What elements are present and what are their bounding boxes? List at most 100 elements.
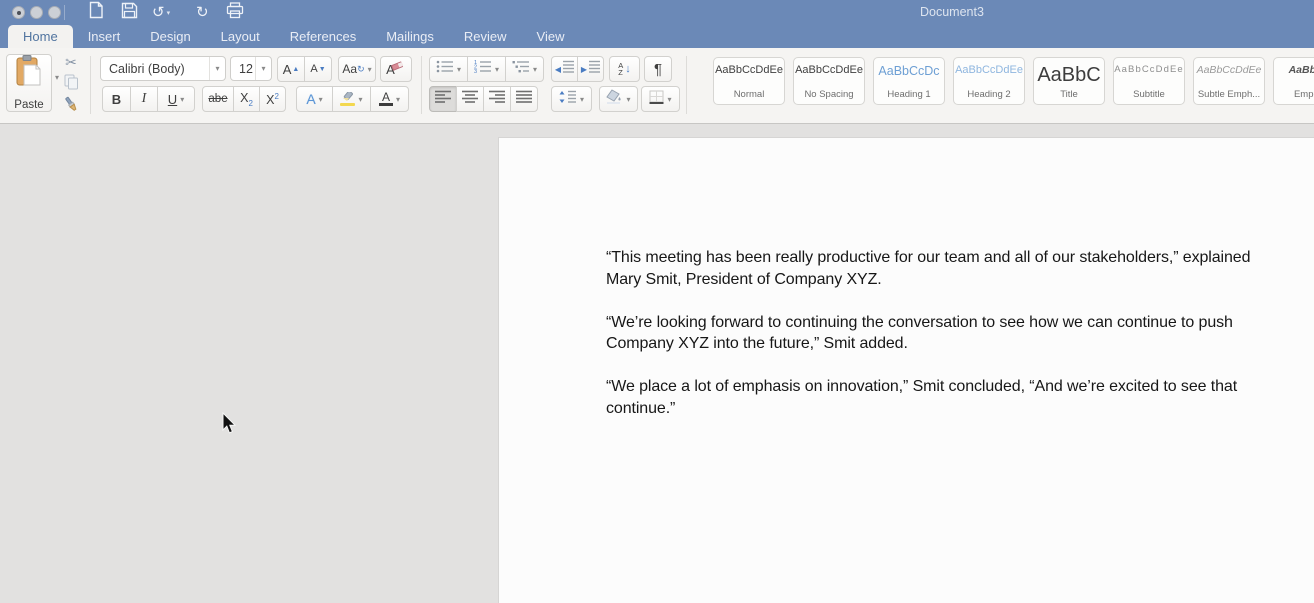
line-spacing-button[interactable]: ▾ xyxy=(551,86,592,112)
subscript-button[interactable]: X2 xyxy=(233,86,260,112)
align-right-button[interactable] xyxy=(483,86,511,112)
text-line[interactable]: Mary Smit, President of Company XYZ. xyxy=(606,269,1306,291)
style-title[interactable]: AaBbC Title xyxy=(1033,57,1105,105)
style-sample: AaBbCcDdEe xyxy=(795,64,863,76)
highlight-button[interactable]: ▾ xyxy=(332,86,371,112)
style-sample: AaBbCcDdEe xyxy=(715,64,783,76)
increase-indent-button[interactable]: ▶ xyxy=(577,56,604,82)
paste-button[interactable]: Paste ▾ xyxy=(6,54,52,112)
highlight-caret: ▾ xyxy=(358,95,362,104)
font-size-value: 12 xyxy=(231,62,255,76)
grow-font-button[interactable]: A▲ xyxy=(277,56,305,82)
cut-button[interactable]: ✂ xyxy=(65,54,77,71)
style-subtle-emphasis[interactable]: AaBbCcDdEe Subtle Emph... xyxy=(1193,57,1265,105)
numbering-button[interactable]: 123 ▾ xyxy=(467,56,506,82)
align-left-icon xyxy=(435,90,451,108)
bullets-button[interactable]: ▾ xyxy=(429,56,468,82)
window-close-button[interactable] xyxy=(12,6,25,19)
font-color-button[interactable]: A ▾ xyxy=(370,86,409,112)
multilevel-list-icon xyxy=(512,60,530,78)
style-normal[interactable]: AaBbCcDdEe Normal xyxy=(713,57,785,105)
clear-formatting-button[interactable]: A xyxy=(380,56,412,82)
redo-button[interactable]: ↻ xyxy=(196,3,209,22)
window-zoom-button[interactable] xyxy=(48,6,61,19)
text-line[interactable]: Company XYZ into the future,” Smit added… xyxy=(606,333,1306,355)
text-effects-caret: ▾ xyxy=(319,95,323,104)
style-label: Normal xyxy=(734,89,765,100)
format-painter-button[interactable] xyxy=(63,98,79,115)
print-icon xyxy=(226,2,244,24)
change-case-button[interactable]: Aa ↻ ▾ xyxy=(338,56,376,82)
style-no-spacing[interactable]: AaBbCcDdEe No Spacing xyxy=(793,57,865,105)
decrease-indent-button[interactable]: ◀ xyxy=(551,56,578,82)
style-label: Subtle Emph... xyxy=(1198,89,1260,100)
group-divider xyxy=(90,56,91,114)
change-case-glyph: Aa xyxy=(342,62,357,76)
tab-references[interactable]: References xyxy=(275,25,371,48)
style-subtitle[interactable]: AaBbCcDdEe Subtitle xyxy=(1113,57,1185,105)
style-heading-1[interactable]: AaBbCcDc Heading 1 xyxy=(873,57,945,105)
text-line[interactable]: “We’re looking forward to continuing the… xyxy=(606,312,1306,334)
save-button[interactable] xyxy=(121,3,138,22)
subscript-num: 2 xyxy=(248,99,252,108)
font-name-combobox[interactable]: Calibri (Body) ▾ xyxy=(100,56,226,81)
superscript-button[interactable]: X2 xyxy=(259,86,286,112)
underline-glyph: U xyxy=(168,92,177,107)
tab-layout[interactable]: Layout xyxy=(206,25,275,48)
tab-design[interactable]: Design xyxy=(135,25,205,48)
print-button[interactable] xyxy=(226,3,244,22)
text-line[interactable]: “We place a lot of emphasis on innovatio… xyxy=(606,376,1306,398)
new-document-icon xyxy=(88,1,104,24)
tab-view[interactable]: View xyxy=(522,25,580,48)
shrink-font-arrow-icon: ▼ xyxy=(319,66,326,73)
undo-dropdown-caret[interactable]: ▾ xyxy=(167,9,171,17)
justify-button[interactable] xyxy=(510,86,538,112)
multilevel-list-button[interactable]: ▾ xyxy=(505,56,544,82)
underline-button[interactable]: U ▾ xyxy=(157,86,195,112)
shading-button[interactable]: ▾ xyxy=(599,86,638,112)
clipboard-mini-buttons: ✂ xyxy=(60,54,82,115)
new-document-button[interactable] xyxy=(88,3,104,22)
underline-caret: ▾ xyxy=(180,95,184,104)
strikethrough-button[interactable]: abe xyxy=(202,86,234,112)
align-right-icon xyxy=(489,90,505,108)
text-effects-button[interactable]: A ▾ xyxy=(296,86,333,112)
tab-review[interactable]: Review xyxy=(449,25,522,48)
sort-button[interactable]: AZ ↓ xyxy=(609,56,640,82)
show-paragraph-marks-button[interactable]: ¶ xyxy=(644,56,672,82)
grow-font-glyph: A xyxy=(283,62,292,77)
font-size-combobox[interactable]: 12 ▾ xyxy=(230,56,272,81)
copy-button[interactable] xyxy=(64,76,79,93)
borders-caret: ▾ xyxy=(667,95,671,104)
align-left-button[interactable] xyxy=(429,86,457,112)
window-minimize-button[interactable] xyxy=(30,6,43,19)
text-line[interactable]: “This meeting has been really productive… xyxy=(606,247,1306,269)
style-emphasis[interactable]: AaBbCc Empha xyxy=(1273,57,1314,105)
borders-button[interactable]: ▾ xyxy=(641,86,680,112)
bold-button[interactable]: B xyxy=(102,86,131,112)
font-name-caret: ▾ xyxy=(215,64,219,73)
style-sample: AaBbC xyxy=(1037,64,1100,87)
multilevel-list-caret: ▾ xyxy=(533,65,537,74)
text-line[interactable]: continue.” xyxy=(606,398,1306,420)
titlebar: ↺ ▾ ↻ Document3 xyxy=(0,0,1314,25)
undo-icon: ↺ xyxy=(152,5,165,20)
tab-home[interactable]: Home xyxy=(8,25,73,48)
tab-insert[interactable]: Insert xyxy=(73,25,136,48)
italic-button[interactable]: I xyxy=(130,86,158,112)
style-sample: AaBbCcDc xyxy=(878,64,939,78)
style-heading-2[interactable]: AaBbCcDdEe Heading 2 xyxy=(953,57,1025,105)
style-label: No Spacing xyxy=(804,89,853,100)
style-sample: AaBbCcDdEe xyxy=(1197,64,1262,76)
group-divider xyxy=(421,56,422,114)
paste-dropdown-caret[interactable]: ▾ xyxy=(55,73,59,82)
font-color-glyph: A xyxy=(382,92,390,102)
shrink-font-glyph: A xyxy=(310,63,317,75)
numbering-caret: ▾ xyxy=(495,65,499,74)
align-center-button[interactable] xyxy=(456,86,484,112)
shrink-font-button[interactable]: A▼ xyxy=(304,56,332,82)
undo-button[interactable]: ↺ ▾ xyxy=(152,3,170,22)
document-page[interactable]: “This meeting has been really productive… xyxy=(498,137,1314,603)
tab-mailings[interactable]: Mailings xyxy=(371,25,449,48)
numbering-icon: 123 xyxy=(474,60,492,78)
